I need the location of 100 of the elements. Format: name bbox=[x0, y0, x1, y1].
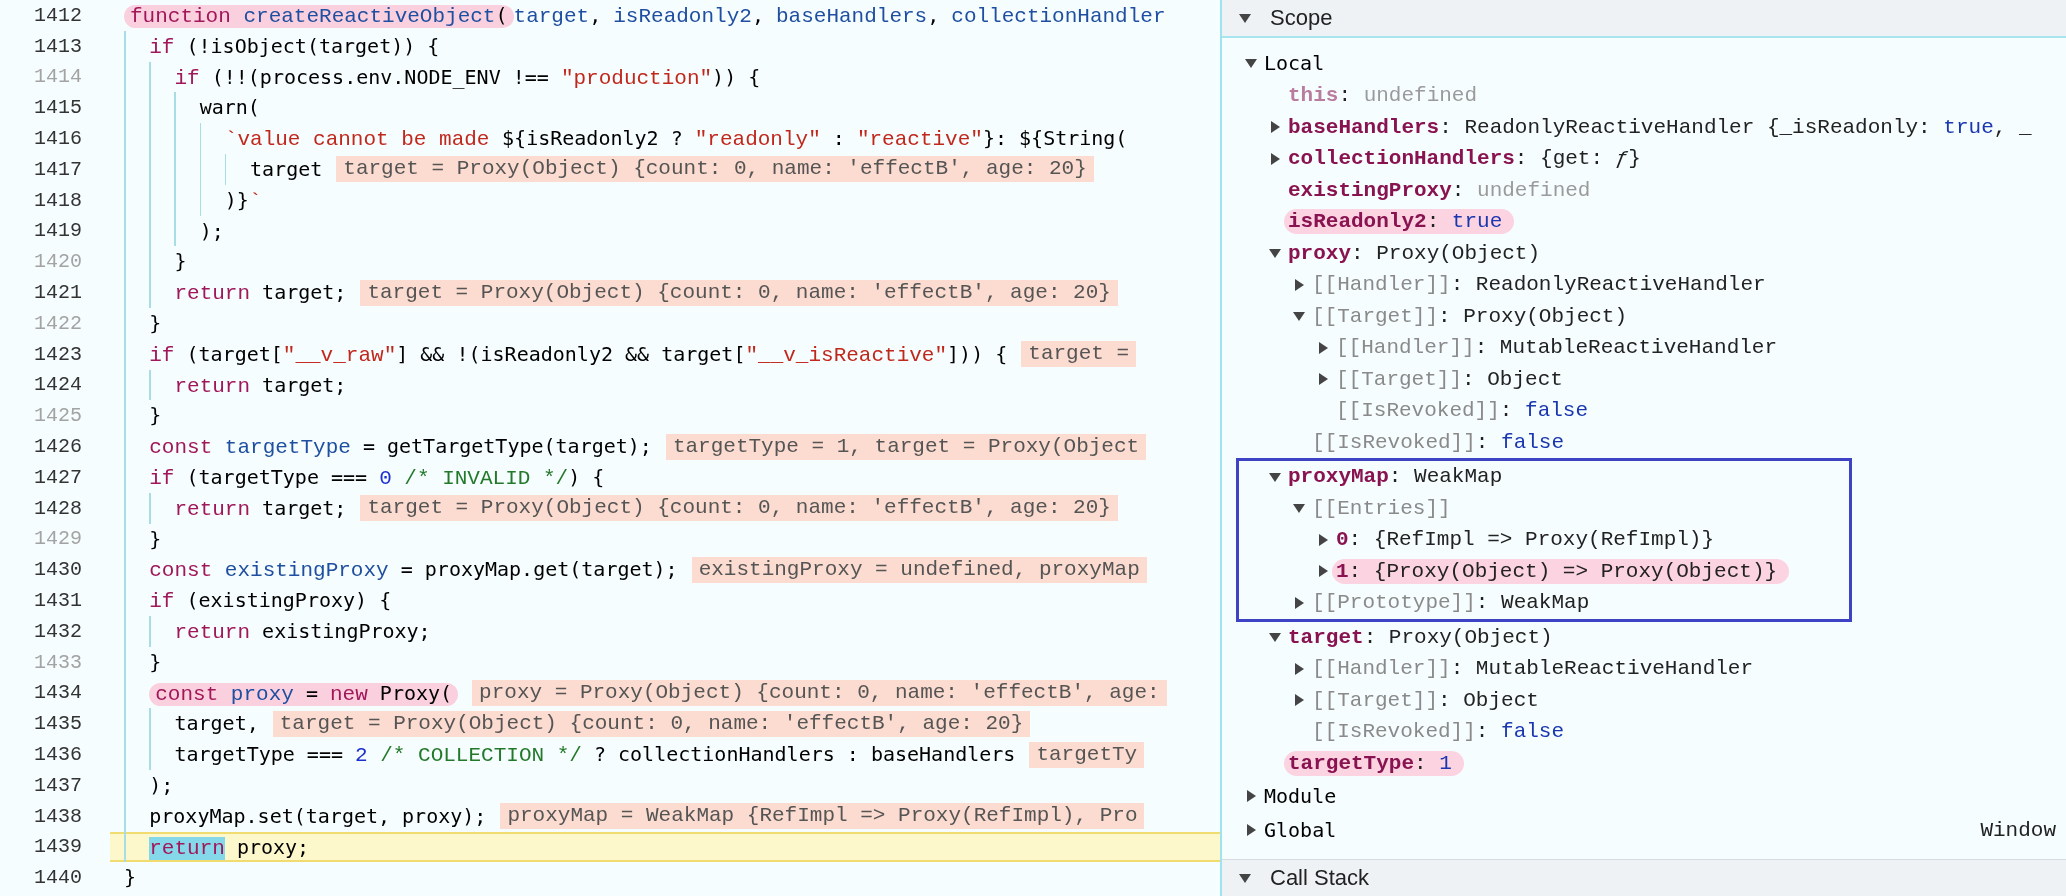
triangle-down-icon[interactable] bbox=[1292, 502, 1306, 515]
variable-entry[interactable]: isReadonly2: true bbox=[1284, 209, 1515, 235]
triangle-down-icon[interactable] bbox=[1244, 57, 1258, 69]
triangle-down-icon[interactable] bbox=[1238, 872, 1252, 884]
scope-section-label[interactable]: Module bbox=[1264, 782, 1337, 810]
variable-entry[interactable]: proxyMap: WeakMap bbox=[1288, 464, 1503, 490]
line-number[interactable]: 1431 bbox=[0, 589, 82, 613]
variable-entry[interactable]: existingProxy: undefined bbox=[1288, 177, 1591, 203]
variable-entry[interactable]: baseHandlers: ReadonlyReactiveHandler {_isReadonly: true, _ bbox=[1288, 114, 2032, 140]
triangle-right-icon[interactable] bbox=[1292, 278, 1306, 291]
inline-value: target = Proxy(Object) {count: 0, name: 'effectB', age: 20} bbox=[360, 495, 1118, 522]
variable-entry[interactable]: this: undefined bbox=[1288, 83, 1478, 109]
inline-value: targetType = 1, target = Proxy(Object bbox=[665, 433, 1147, 460]
variable-entry[interactable]: proxy: Proxy(Object) bbox=[1288, 240, 1541, 266]
triangle-right-icon[interactable] bbox=[1316, 565, 1330, 578]
line-number[interactable]: 1434 bbox=[0, 681, 82, 705]
line-number[interactable]: 1416 bbox=[0, 127, 82, 151]
variable-entry[interactable]: [[Handler]]: MutableReactiveHandler bbox=[1312, 656, 1754, 682]
line-number[interactable]: 1438 bbox=[0, 804, 82, 828]
inline-value: existingProxy = undefined, proxyMap bbox=[691, 556, 1147, 583]
code-text: return existingProxy; bbox=[124, 615, 431, 647]
scope-section-label[interactable]: Local bbox=[1264, 49, 1325, 77]
inline-value: proxyMap = WeakMap {RefImpl => Proxy(RefImpl), Pro bbox=[500, 803, 1145, 830]
code-text: if (target["__v_raw"] && !(isReadonly2 && target["__v_isReactive"])) { bbox=[124, 338, 1008, 370]
variable-entry[interactable]: 1: {Proxy(Object) => Proxy(Object)} bbox=[1332, 558, 1790, 584]
code-text: return target; bbox=[124, 369, 347, 401]
variable-entry[interactable]: [[IsRevoked]]: false bbox=[1312, 719, 1565, 745]
line-number[interactable]: 1415 bbox=[0, 96, 82, 120]
variable-entry[interactable]: collectionHandlers: {get: ƒ} bbox=[1288, 146, 1641, 172]
triangle-down-icon[interactable] bbox=[1268, 247, 1282, 260]
line-number[interactable]: 1418 bbox=[0, 188, 82, 212]
line-number[interactable]: 1436 bbox=[0, 743, 82, 766]
inline-value: target = Proxy(Object) {count: 0, name: 'effectB', age: 20} bbox=[272, 710, 1031, 737]
variable-entry[interactable]: targetType: 1 bbox=[1284, 750, 1464, 776]
triangle-down-icon[interactable] bbox=[1238, 12, 1252, 24]
scope-object-label: Window bbox=[1980, 818, 2057, 842]
inline-value: target = bbox=[1021, 341, 1137, 368]
variable-entry[interactable]: [[Target]]: Object bbox=[1336, 366, 1563, 392]
code-text: function createReactiveObject( target, isReadonly2, baseHandlers, collectionHandler bbox=[124, 0, 1166, 31]
triangle-down-icon[interactable] bbox=[1268, 470, 1282, 483]
line-number[interactable]: 1424 bbox=[0, 373, 82, 397]
line-number[interactable]: 1413 bbox=[0, 34, 82, 58]
triangle-right-icon[interactable] bbox=[1268, 152, 1282, 165]
inline-value: target = Proxy(Object) {count: 0, name: 'effectB', age: 20} bbox=[360, 279, 1118, 306]
line-number[interactable]: 1440 bbox=[0, 866, 82, 890]
line-number[interactable]: 1427 bbox=[0, 465, 82, 489]
code-text: const proxy = new Proxy( bbox=[124, 677, 459, 709]
variable-entry[interactable]: [[Handler]]: ReadonlyReactiveHandler bbox=[1312, 272, 1766, 298]
line-number[interactable]: 1428 bbox=[0, 496, 82, 520]
triangle-right-icon[interactable] bbox=[1316, 373, 1330, 386]
variable-entry[interactable]: [[Target]]: Object bbox=[1312, 687, 1539, 713]
triangle-right-icon[interactable] bbox=[1244, 824, 1258, 836]
inline-value: proxy = Proxy(Object) {count: 0, name: 'effectB', age: bbox=[472, 679, 1167, 706]
inline-value: target = Proxy(Object) {count: 0, name: 'effectB', age: 20} bbox=[336, 156, 1094, 183]
variable-entry[interactable]: [[Prototype]]: WeakMap bbox=[1312, 590, 1590, 616]
variable-entry[interactable]: [[Target]]: Proxy(Object) bbox=[1312, 303, 1628, 329]
code-text: } bbox=[124, 523, 162, 555]
variable-entry[interactable]: target: Proxy(Object) bbox=[1288, 624, 1553, 650]
line-number[interactable]: 1419 bbox=[0, 219, 82, 243]
triangle-right-icon[interactable] bbox=[1292, 596, 1306, 609]
line-number[interactable]: 1439 bbox=[0, 835, 82, 859]
code-text: proxyMap.set(target, proxy); bbox=[124, 800, 487, 832]
code-text: if (existingProxy) { bbox=[124, 585, 392, 616]
triangle-right-icon[interactable] bbox=[1244, 790, 1258, 802]
code-text: return target; bbox=[124, 492, 347, 524]
line-number[interactable]: 1412 bbox=[0, 3, 82, 27]
code-text: `value cannot be made ${isReadonly2 ? "readonly" : "reactive"}: ${String( bbox=[124, 123, 1128, 154]
code-text: if (!!(process.env.NODE_ENV !== "production")) { bbox=[124, 61, 761, 93]
triangle-right-icon[interactable] bbox=[1268, 121, 1282, 134]
variable-entry[interactable]: 0: {RefImpl => Proxy(RefImpl)} bbox=[1336, 527, 1715, 553]
variable-entry[interactable]: [[IsRevoked]]: false bbox=[1312, 429, 1565, 455]
variable-entry[interactable]: [[IsRevoked]]: false bbox=[1336, 398, 1589, 424]
code-text: return target; bbox=[124, 277, 347, 308]
code-text: const existingProxy = proxyMap.get(target); bbox=[124, 554, 678, 586]
triangle-right-icon[interactable] bbox=[1292, 662, 1306, 675]
line-number[interactable]: 1435 bbox=[0, 712, 82, 736]
triangle-right-icon[interactable] bbox=[1292, 694, 1306, 707]
code-text: } bbox=[124, 646, 162, 678]
line-number[interactable]: 1437 bbox=[0, 773, 82, 797]
code-text: return proxy; bbox=[124, 831, 310, 863]
triangle-right-icon[interactable] bbox=[1316, 533, 1330, 546]
line-number[interactable]: 1426 bbox=[0, 435, 82, 459]
line-number[interactable]: 1432 bbox=[0, 619, 82, 643]
triangle-down-icon[interactable] bbox=[1292, 310, 1306, 323]
triangle-right-icon[interactable] bbox=[1316, 341, 1330, 354]
line-number[interactable]: 1417 bbox=[0, 157, 82, 181]
variable-entry[interactable]: [[Handler]]: MutableReactiveHandler bbox=[1336, 335, 1778, 361]
triangle-down-icon[interactable] bbox=[1268, 631, 1282, 644]
code-text: } bbox=[124, 864, 137, 892]
line-number[interactable]: 1430 bbox=[0, 558, 82, 582]
scope-section-label[interactable]: Global bbox=[1264, 816, 1337, 844]
code-text: target, bbox=[124, 708, 259, 740]
inline-value: targetTy bbox=[1029, 741, 1145, 768]
line-number[interactable]: 1423 bbox=[0, 342, 82, 366]
code-text: targetType === 2 /* COLLECTION */ ? collectionHandlers : baseHandlers bbox=[124, 739, 1016, 770]
line-number[interactable]: 1421 bbox=[0, 281, 82, 305]
pane-title[interactable]: Scope bbox=[1270, 5, 1333, 31]
code-text: } bbox=[124, 400, 162, 432]
pane-title[interactable]: Call Stack bbox=[1270, 865, 1370, 891]
code-text: target bbox=[124, 154, 323, 185]
